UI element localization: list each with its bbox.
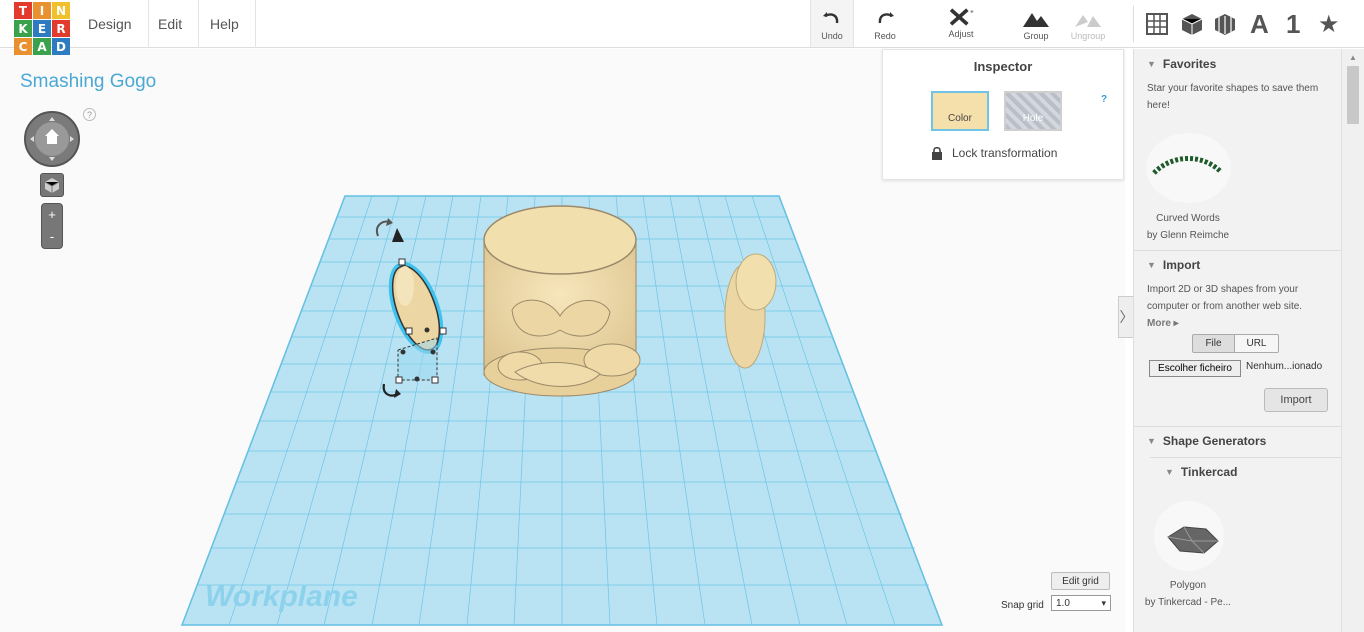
curved-words-name[interactable]: Curved Words [1134, 210, 1248, 227]
cube-view-icon [44, 178, 60, 193]
collapse-triangle-icon: ▼ [1147, 59, 1156, 69]
color-swatch-button[interactable]: Color [931, 91, 989, 131]
grid-view-icon[interactable] [1146, 10, 1168, 38]
section-divider [1134, 426, 1341, 427]
lock-label: Lock transformation [952, 146, 1058, 160]
import-header[interactable]: ▼ Import [1147, 258, 1200, 272]
tinkercad-generators-header[interactable]: ▼ Tinkercad [1165, 465, 1237, 479]
ungroup-label: Ungroup [1070, 31, 1106, 41]
group-label: Group [1023, 31, 1049, 41]
redo-label: Redo [874, 31, 896, 41]
top-toolbar: T I N K E R C A D Design Edit Help Undo … [0, 0, 1364, 55]
snap-grid-label: Snap grid [1001, 600, 1044, 611]
logo-letter: C [14, 38, 32, 55]
lock-transformation-toggle[interactable]: Lock transformation [931, 146, 1057, 160]
inspector-panel: Inspector ? Color Hole Lock transformati… [882, 49, 1124, 180]
tinkercad-app: T I N K E R C A D Design Edit Help Undo … [0, 0, 1364, 632]
favorites-description: Star your favorite shapes to save them h… [1147, 83, 1319, 111]
shape-generators-header[interactable]: ▼ Shape Generators [1147, 434, 1266, 448]
curved-words-thumbnail[interactable] [1146, 133, 1231, 203]
undo-icon [823, 12, 839, 24]
inspector-help-icon[interactable]: ? [1101, 94, 1107, 105]
import-more-link[interactable]: More ▸ [1147, 315, 1207, 332]
favorites-title: Favorites [1162, 57, 1217, 71]
redo-icon [878, 12, 894, 24]
collapse-sidebar-button[interactable]: 〉 [1118, 296, 1134, 338]
logo-letter: I [33, 2, 51, 19]
toolbar-divider [1133, 6, 1134, 42]
import-title: Import [1162, 258, 1201, 272]
project-title[interactable]: Smashing Gogo [20, 71, 156, 93]
file-status-text: Nenhum...ionado [1246, 361, 1323, 372]
import-url-tab[interactable]: URL [1234, 334, 1279, 353]
import-description: Import 2D or 3D shapes from your compute… [1147, 284, 1303, 312]
number-icon[interactable]: 1 [1286, 9, 1300, 39]
curved-words-shape-icon [1152, 156, 1222, 175]
favorites-star-icon[interactable]: ★ [1318, 10, 1340, 38]
polygon-name[interactable]: Polygon [1134, 577, 1248, 594]
tinkercad-logo[interactable]: T I N K E R C A D [14, 2, 70, 56]
edit-grid-button[interactable]: Edit grid [1051, 572, 1110, 590]
menu-design[interactable]: Design [72, 0, 149, 48]
shape-generators-title: Shape Generators [1162, 434, 1267, 448]
group-button[interactable]: Group [1013, 9, 1059, 47]
logo-letter: R [52, 20, 70, 37]
section-divider [1150, 457, 1341, 458]
orbit-icon [30, 117, 74, 161]
undo-label: Undo [821, 31, 843, 41]
zoom-control: + - [41, 203, 63, 249]
logo-letter: T [14, 2, 32, 19]
group-icon [1023, 13, 1049, 27]
adjust-icon [949, 8, 974, 26]
hole-button[interactable]: Hole [1004, 91, 1062, 131]
menu-edit[interactable]: Edit [142, 0, 200, 48]
logo-letter: K [14, 20, 32, 37]
shapes-sidebar: ▼ Favorites Star your favorite shapes to… [1133, 49, 1341, 632]
polygon-shape-icon [1167, 526, 1219, 554]
section-divider [1134, 250, 1341, 251]
ungroup-button[interactable]: Ungroup [1065, 9, 1111, 47]
logo-letter: E [33, 20, 51, 37]
logo-letter: A [33, 38, 51, 55]
zoom-out-button[interactable]: - [42, 226, 62, 248]
collapse-triangle-icon: ▼ [1147, 260, 1156, 270]
choose-file-button[interactable]: Escolher ficheiro [1149, 360, 1241, 377]
polygon-thumbnail[interactable] [1154, 501, 1224, 571]
tinkercad-generators-title: Tinkercad [1180, 465, 1238, 479]
workplane-label: Workplane [205, 580, 358, 613]
favorites-header[interactable]: ▼ Favorites [1147, 57, 1216, 71]
collapse-triangle-icon: ▼ [1147, 436, 1156, 446]
main-figure[interactable] [483, 205, 641, 397]
adjust-label: Adjust [948, 29, 974, 39]
undo-button[interactable]: Undo [810, 0, 854, 47]
zoom-in-button[interactable]: + [42, 204, 62, 226]
sidebar-scrollbar[interactable]: ▲ [1341, 49, 1364, 632]
box-view-icon[interactable] [1180, 10, 1204, 38]
redo-button[interactable]: Redo [862, 9, 908, 47]
adjust-button[interactable]: Adjust [938, 7, 984, 45]
view-navigation-control[interactable] [24, 111, 80, 167]
snap-grid-select[interactable]: 1.0 [1051, 595, 1111, 611]
polygon-author: by Tinkercad - Pe... [1144, 597, 1232, 608]
nav-help-icon[interactable]: ? [83, 108, 96, 121]
scroll-up-arrow-icon[interactable]: ▲ [1349, 53, 1357, 62]
menu-help[interactable]: Help [194, 0, 256, 48]
import-file-tab[interactable]: File [1192, 334, 1235, 353]
inspector-title: Inspector [973, 59, 1033, 74]
logo-letter: N [52, 2, 70, 19]
wireframe-view-icon[interactable] [1213, 10, 1237, 38]
home-view-button[interactable] [40, 173, 64, 197]
curved-words-author: by Glenn Reimche [1146, 230, 1230, 241]
logo-letter: D [52, 38, 70, 55]
import-button[interactable]: Import [1264, 388, 1328, 412]
ungroup-icon [1075, 15, 1101, 27]
text-icon[interactable]: A [1250, 9, 1269, 39]
collapse-triangle-icon: ▼ [1165, 467, 1174, 477]
scrollbar-thumb[interactable] [1347, 66, 1359, 124]
lock-icon [932, 146, 942, 160]
